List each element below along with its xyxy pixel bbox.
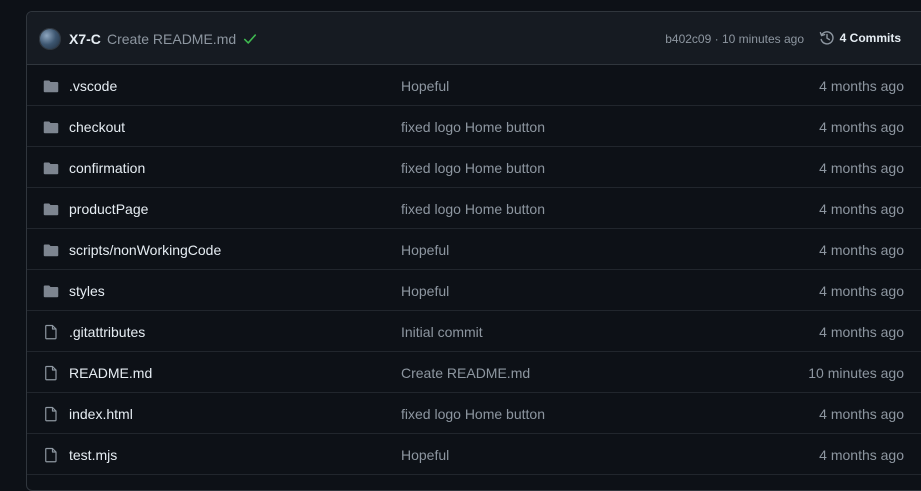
file-commit-message[interactable]: fixed logo Home button <box>401 406 545 422</box>
meta-separator: · <box>711 32 722 46</box>
author-avatar[interactable] <box>39 28 61 50</box>
file-name[interactable]: .gitattributes <box>69 324 145 340</box>
folder-icon <box>43 203 59 216</box>
file-name[interactable]: productPage <box>69 201 148 217</box>
file-row[interactable]: styles Hopeful 4 months ago <box>27 270 921 311</box>
file-icon <box>45 365 57 381</box>
folder-icon <box>43 80 59 93</box>
file-commit-message[interactable]: Create README.md <box>401 365 530 381</box>
file-name[interactable]: confirmation <box>69 160 145 176</box>
file-row[interactable]: test.mjs Hopeful 4 months ago <box>27 434 921 475</box>
file-name[interactable]: .vscode <box>69 78 117 94</box>
commits-count: 4 Commits <box>839 31 901 45</box>
file-age: 4 months ago <box>819 160 904 176</box>
file-age: 4 months ago <box>819 201 904 217</box>
file-icon <box>45 324 57 340</box>
file-row[interactable]: productPage fixed logo Home button 4 month… <box>27 188 921 229</box>
file-list: .vscode Hopeful 4 months ago checkout fixed … <box>27 65 921 475</box>
file-age: 4 months ago <box>819 119 904 135</box>
file-age: 4 months ago <box>819 242 904 258</box>
folder-icon <box>43 285 59 298</box>
history-icon <box>819 31 834 45</box>
check-icon[interactable] <box>243 32 257 46</box>
file-commit-message[interactable]: Hopeful <box>401 242 449 258</box>
file-name[interactable]: styles <box>69 283 105 299</box>
file-name[interactable]: scripts/nonWorkingCode <box>69 242 221 258</box>
file-commit-message[interactable]: fixed logo Home button <box>401 201 545 217</box>
file-row[interactable]: scripts/nonWorkingCode Hopeful 4 months ag… <box>27 229 921 270</box>
folder-icon <box>43 244 59 257</box>
file-icon <box>45 447 57 463</box>
file-commit-message[interactable]: fixed logo Home button <box>401 160 545 176</box>
file-commit-message[interactable]: Initial commit <box>401 324 483 340</box>
commits-history-link[interactable]: 4 Commits <box>819 30 901 46</box>
latest-commit-bar: X7-C Create README.md b402c09 · 10 minut… <box>27 12 921 65</box>
commit-sha[interactable]: b402c09 <box>665 32 711 46</box>
file-name[interactable]: index.html <box>69 406 133 422</box>
file-age: 4 months ago <box>819 447 904 463</box>
file-row[interactable]: .gitattributes Initial commit 4 months ago <box>27 311 921 352</box>
folder-icon <box>43 162 59 175</box>
file-age: 4 months ago <box>819 283 904 299</box>
commit-message[interactable]: Create README.md <box>107 31 236 47</box>
file-commit-message[interactable]: fixed logo Home button <box>401 119 545 135</box>
file-row[interactable]: confirmation fixed logo Home button 4 mont… <box>27 147 921 188</box>
file-commit-message[interactable]: Hopeful <box>401 283 449 299</box>
file-commit-message[interactable]: Hopeful <box>401 447 449 463</box>
file-row[interactable]: index.html fixed logo Home button 4 months… <box>27 393 921 434</box>
commit-time: 10 minutes ago <box>721 32 804 46</box>
file-name[interactable]: test.mjs <box>69 447 117 463</box>
folder-icon <box>43 121 59 134</box>
file-icon <box>45 406 57 422</box>
file-age: 4 months ago <box>819 324 904 340</box>
file-commit-message[interactable]: Hopeful <box>401 78 449 94</box>
file-age: 4 months ago <box>819 78 904 94</box>
file-browser: X7-C Create README.md b402c09 · 10 minut… <box>26 11 921 491</box>
file-name[interactable]: checkout <box>69 119 125 135</box>
file-row[interactable]: .vscode Hopeful 4 months ago <box>27 65 921 106</box>
file-name[interactable]: README.md <box>69 365 152 381</box>
file-age: 4 months ago <box>819 406 904 422</box>
commit-author[interactable]: X7-C <box>69 31 101 47</box>
file-age: 10 minutes ago <box>808 365 904 381</box>
commit-meta: b402c09 · 10 minutes ago <box>665 32 804 46</box>
file-row[interactable]: README.md Create README.md 10 minutes ago <box>27 352 921 393</box>
file-row[interactable]: checkout fixed logo Home button 4 months a… <box>27 106 921 147</box>
